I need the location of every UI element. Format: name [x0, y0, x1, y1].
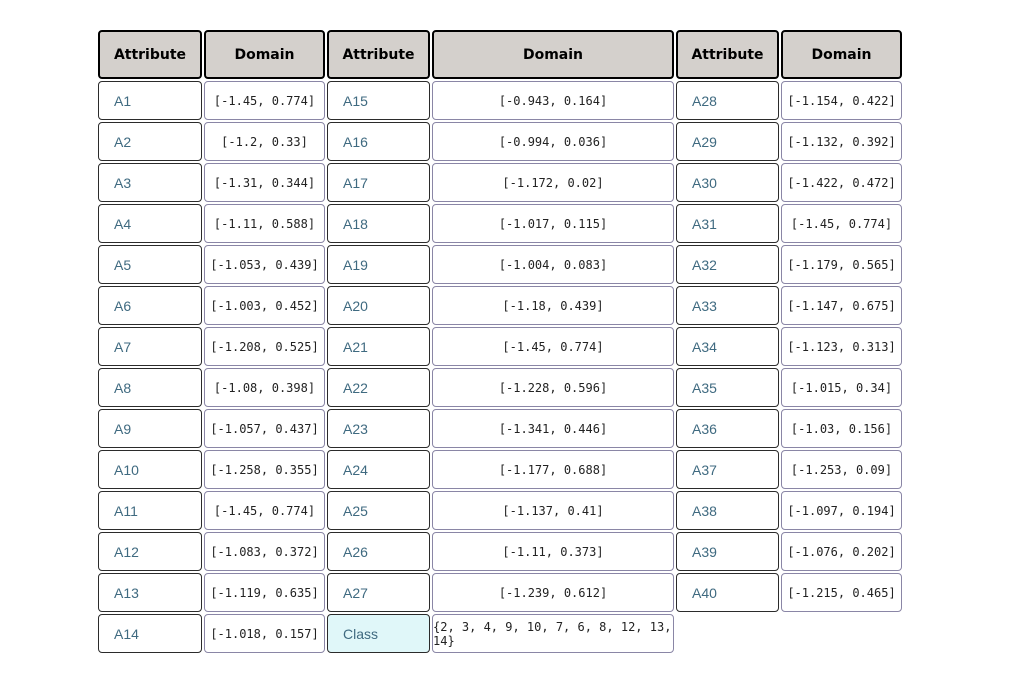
domain-cell: [-1.119, 0.635] [204, 573, 325, 612]
attribute-cell: A27 [327, 573, 430, 612]
attribute-cell: A13 [98, 573, 202, 612]
attribute-cell: A28 [676, 81, 779, 120]
header-attribute-3: Attribute [676, 30, 779, 79]
domain-cell: [-1.017, 0.115] [432, 204, 674, 243]
domain-cell: [-1.004, 0.083] [432, 245, 674, 284]
attribute-cell: A29 [676, 122, 779, 161]
domain-cell: [-1.08, 0.398] [204, 368, 325, 407]
header-domain-3: Domain [781, 30, 902, 79]
domain-cell: [-1.137, 0.41] [432, 491, 674, 530]
domain-cell: [-1.422, 0.472] [781, 163, 902, 202]
attribute-cell: A35 [676, 368, 779, 407]
domain-cell: [-1.015, 0.34] [781, 368, 902, 407]
domain-cell: [-1.11, 0.373] [432, 532, 674, 571]
domain-cell: [-1.123, 0.313] [781, 327, 902, 366]
domain-cell: [-0.943, 0.164] [432, 81, 674, 120]
attribute-cell: A20 [327, 286, 430, 325]
domain-cell: [-1.03, 0.156] [781, 409, 902, 448]
attribute-cell: A11 [98, 491, 202, 530]
header-attribute-1: Attribute [98, 30, 202, 79]
attribute-cell: A33 [676, 286, 779, 325]
domain-cell: [-1.45, 0.774] [204, 81, 325, 120]
attribute-cell: A34 [676, 327, 779, 366]
attribute-domain-table: Attribute Domain Attribute Domain Attribute D… [98, 30, 903, 653]
attribute-cell: A38 [676, 491, 779, 530]
domain-cell: [-1.147, 0.675] [781, 286, 902, 325]
attribute-cell: A32 [676, 245, 779, 284]
attribute-cell: A5 [98, 245, 202, 284]
attribute-cell: A26 [327, 532, 430, 571]
domain-cell: [-1.179, 0.565] [781, 245, 902, 284]
domain-cell: [-1.31, 0.344] [204, 163, 325, 202]
attribute-cell: A24 [327, 450, 430, 489]
domain-cell: [-1.45, 0.774] [432, 327, 674, 366]
attribute-cell: A3 [98, 163, 202, 202]
attribute-cell: A31 [676, 204, 779, 243]
attribute-cell: A18 [327, 204, 430, 243]
attribute-cell: A30 [676, 163, 779, 202]
header-attribute-2: Attribute [327, 30, 430, 79]
domain-cell: [-1.18, 0.439] [432, 286, 674, 325]
domain-cell: [-1.215, 0.465] [781, 573, 902, 612]
attribute-cell: A21 [327, 327, 430, 366]
attribute-cell: A37 [676, 450, 779, 489]
attribute-cell: A6 [98, 286, 202, 325]
attribute-cell: A2 [98, 122, 202, 161]
attribute-cell: A8 [98, 368, 202, 407]
attribute-cell: A17 [327, 163, 430, 202]
attribute-cell: A15 [327, 81, 430, 120]
attribute-cell: A1 [98, 81, 202, 120]
attribute-cell: A25 [327, 491, 430, 530]
domain-cell: [-1.341, 0.446] [432, 409, 674, 448]
domain-cell: [-1.258, 0.355] [204, 450, 325, 489]
header-domain-1: Domain [204, 30, 325, 79]
domain-cell: [-1.097, 0.194] [781, 491, 902, 530]
domain-cell: [-1.003, 0.452] [204, 286, 325, 325]
attribute-cell: A10 [98, 450, 202, 489]
attribute-cell: A9 [98, 409, 202, 448]
domain-cell: [-1.11, 0.588] [204, 204, 325, 243]
domain-cell: [-1.172, 0.02] [432, 163, 674, 202]
attribute-cell: A16 [327, 122, 430, 161]
domain-cell: [-1.053, 0.439] [204, 245, 325, 284]
domain-cell: [-1.45, 0.774] [204, 491, 325, 530]
attribute-cell: A4 [98, 204, 202, 243]
domain-cell: [-1.018, 0.157] [204, 614, 325, 653]
domain-cell: [-1.154, 0.422] [781, 81, 902, 120]
attribute-cell: A23 [327, 409, 430, 448]
domain-cell: [-1.057, 0.437] [204, 409, 325, 448]
attribute-cell: A22 [327, 368, 430, 407]
domain-cell: [-1.076, 0.202] [781, 532, 902, 571]
domain-cell: [-1.45, 0.774] [781, 204, 902, 243]
domain-cell: [-1.253, 0.09] [781, 450, 902, 489]
attribute-cell: A14 [98, 614, 202, 653]
attribute-cell: A7 [98, 327, 202, 366]
domain-cell: [-1.228, 0.596] [432, 368, 674, 407]
domain-cell: [-1.2, 0.33] [204, 122, 325, 161]
domain-cell: [-1.208, 0.525] [204, 327, 325, 366]
attribute-cell: A40 [676, 573, 779, 612]
domain-cell: [-0.994, 0.036] [432, 122, 674, 161]
domain-cell: [-1.177, 0.688] [432, 450, 674, 489]
domain-cell: [-1.132, 0.392] [781, 122, 902, 161]
domain-cell: [-1.083, 0.372] [204, 532, 325, 571]
class-attribute-cell: Class [327, 614, 430, 653]
attribute-cell: A39 [676, 532, 779, 571]
domain-cell: [-1.239, 0.612] [432, 573, 674, 612]
attribute-cell: A36 [676, 409, 779, 448]
attribute-cell: A19 [327, 245, 430, 284]
attribute-cell: A12 [98, 532, 202, 571]
class-domain-cell: {2, 3, 4, 9, 10, 7, 6, 8, 12, 13, 14} [432, 614, 674, 653]
header-domain-2: Domain [432, 30, 674, 79]
